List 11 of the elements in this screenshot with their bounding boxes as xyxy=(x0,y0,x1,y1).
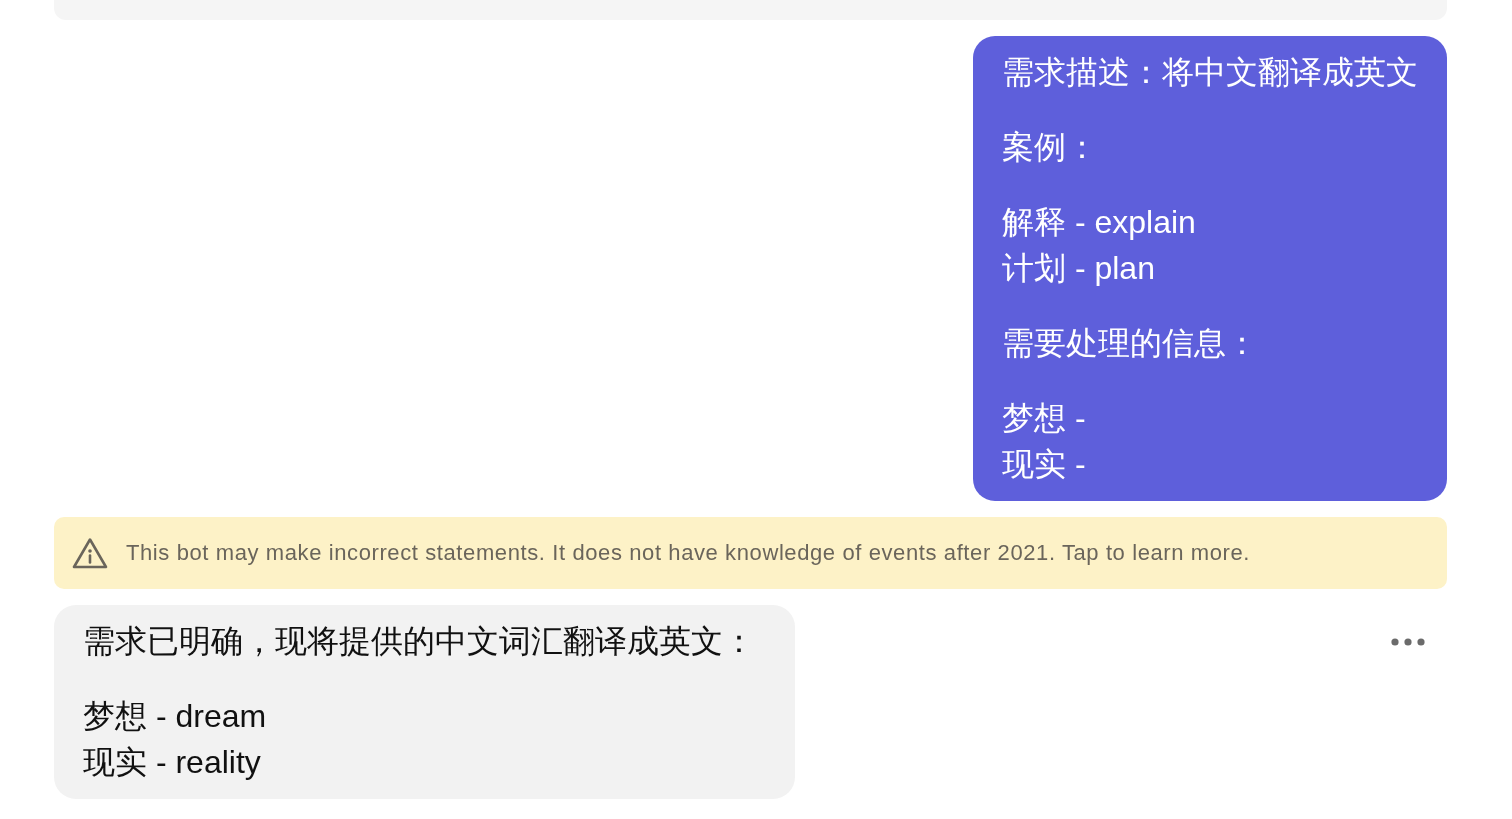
message-text: 需求已明确，现将提供的中文词汇翻译成英文： xyxy=(83,622,755,661)
warning-icon xyxy=(72,537,108,569)
message-text: 需求描述：将中文翻译成英文 xyxy=(1002,53,1418,92)
message-text: 需要处理的信息： xyxy=(1002,324,1259,363)
more-button[interactable] xyxy=(1391,638,1425,646)
message-text: 梦想 - 现实 - xyxy=(1002,399,1087,484)
message-text: 梦想 - dream 现实 - reality xyxy=(83,697,268,782)
disclaimer-banner[interactable]: This bot may make incorrect statements. It does not have knowledge of events after 2021. Tap to learn more. xyxy=(54,517,1447,589)
message-text: 解释 - explain 计划 - plan xyxy=(1002,203,1197,288)
message-text: 案例： xyxy=(1002,128,1099,167)
more-icon xyxy=(1391,638,1425,646)
